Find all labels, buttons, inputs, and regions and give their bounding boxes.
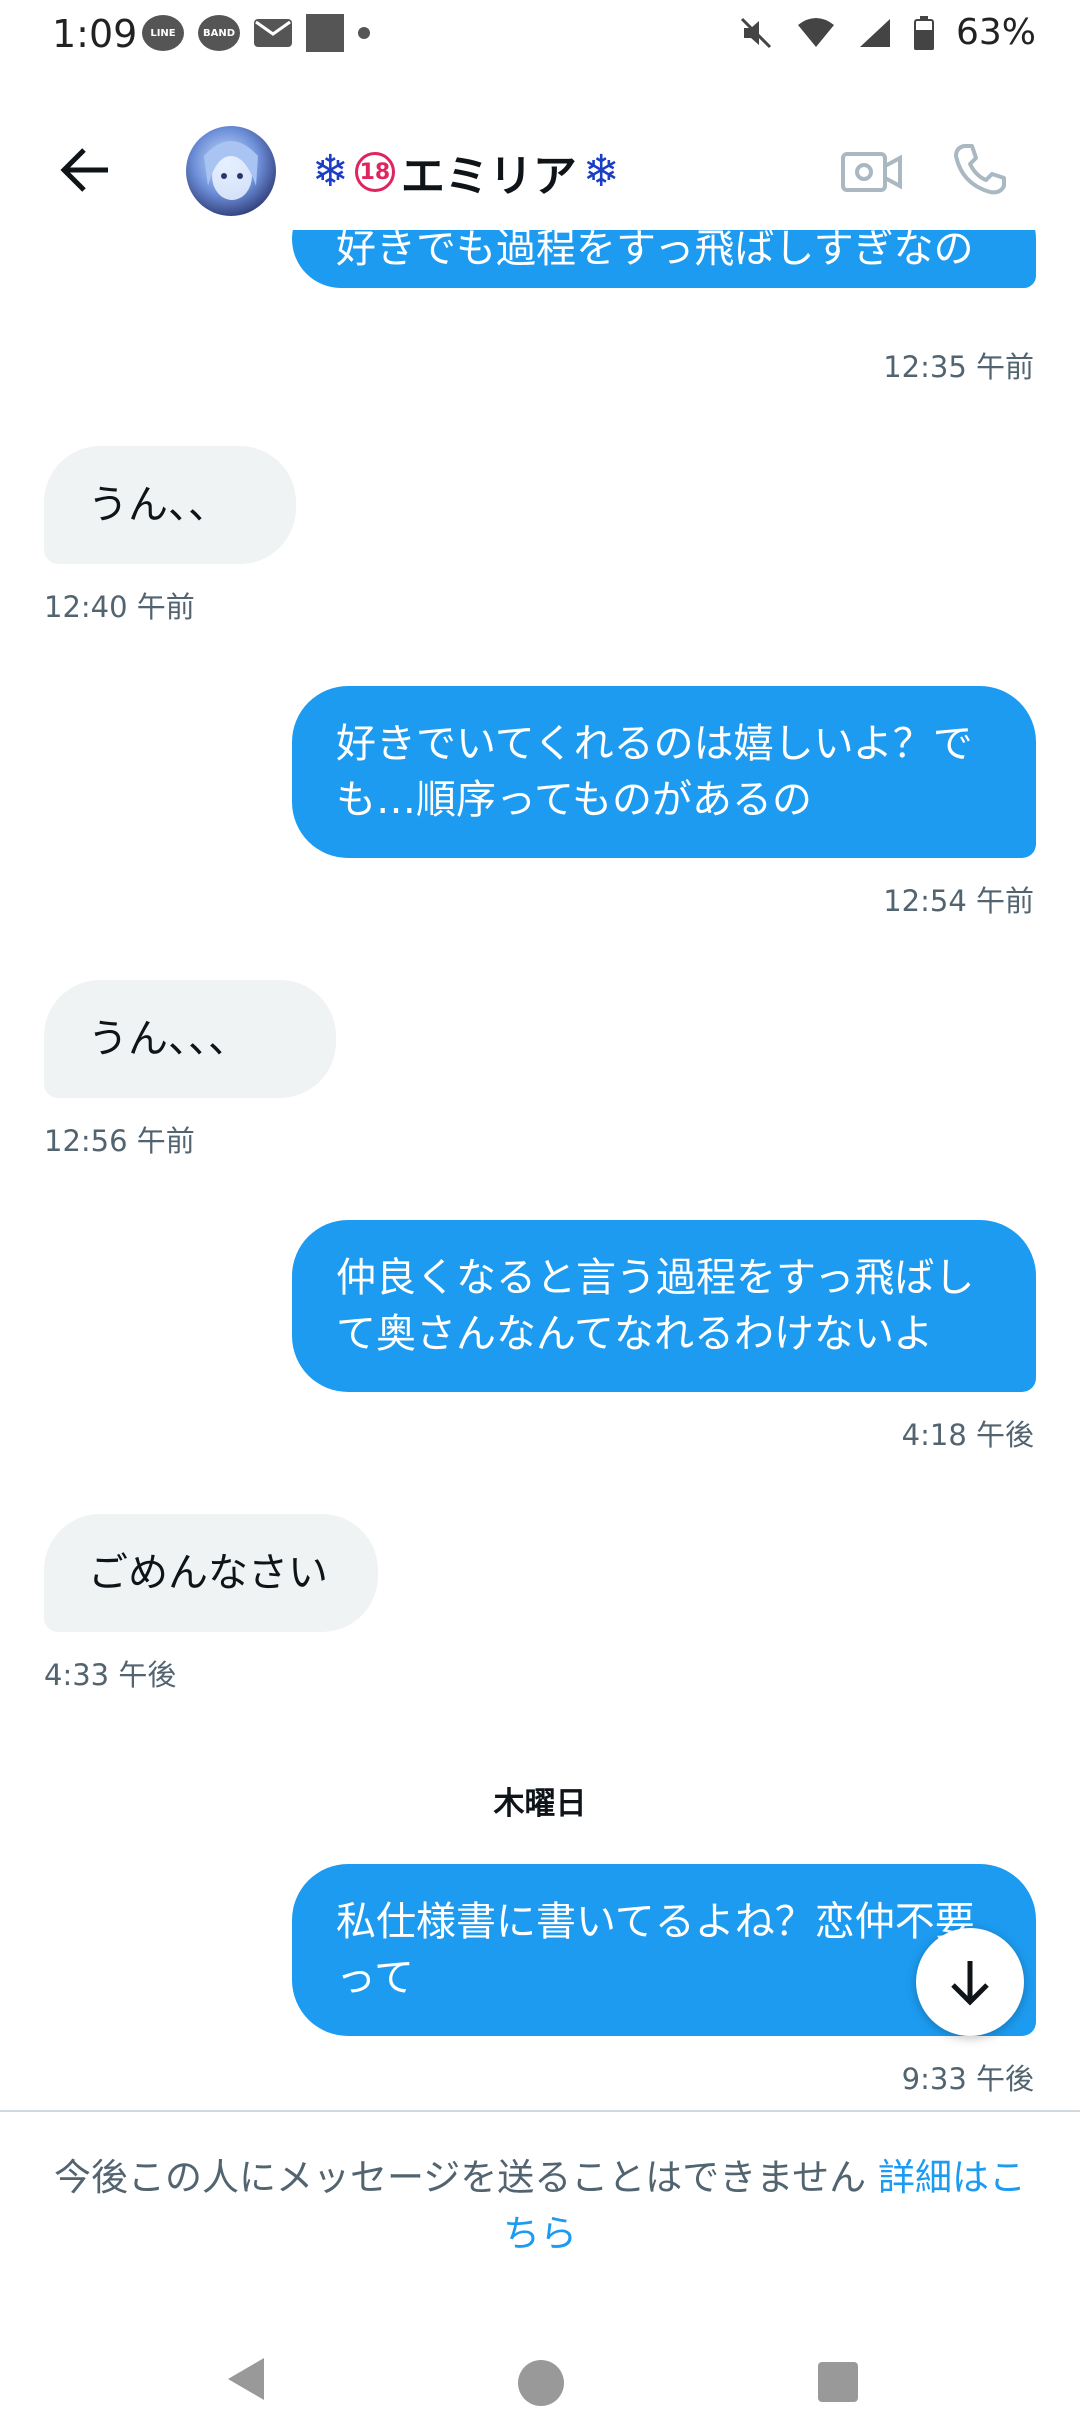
notice-text: 今後この人にメッセージを送ることはできません: [54, 2156, 867, 2199]
battery-icon: [913, 15, 934, 50]
sent-message[interactable]: 好きでいてくれるのは嬉しいよ？でも…順序ってものがあるの: [292, 686, 1036, 858]
scroll-to-bottom-button[interactable]: [916, 1928, 1024, 2036]
triangle-back-icon: [228, 2358, 264, 2400]
received-message[interactable]: うん、、、: [44, 980, 336, 1098]
message-timestamp: 4:18 午後: [901, 1418, 1034, 1452]
message-timestamp: 9:33 午後: [901, 2062, 1034, 2096]
avatar[interactable]: [186, 126, 276, 216]
conversation-title[interactable]: ❄ 18 エミリア ❄: [312, 140, 620, 204]
arrow-left-icon: [60, 148, 108, 192]
sent-message[interactable]: 好きでも過程をすっ飛ばしすぎなの: [292, 230, 1036, 288]
band-icon: BAND: [198, 15, 240, 51]
message-list[interactable]: 好きでも過程をすっ飛ばしすぎなの 12:35 午前 うん、、 12:40 午前 …: [0, 230, 1080, 2110]
received-message[interactable]: うん、、: [44, 446, 296, 564]
phone-icon: [954, 144, 1006, 195]
app-icon: [306, 14, 344, 52]
wifi-icon: [797, 17, 834, 47]
video-camera-icon: [841, 152, 902, 192]
composer-divider: [0, 2110, 1080, 2112]
nav-back-button[interactable]: [224, 2354, 268, 2408]
received-message[interactable]: ごめんなさい: [44, 1514, 378, 1632]
more-notifications-icon: [358, 27, 370, 39]
signal-icon: [859, 18, 890, 47]
voice-call-button[interactable]: [950, 140, 1010, 200]
battery-percent: 63%: [955, 12, 1036, 53]
conversation-header: ❄ 18 エミリア ❄: [0, 110, 1080, 230]
message-timestamp: 12:40 午前: [44, 590, 195, 624]
video-call-button[interactable]: [840, 144, 904, 200]
mute-icon: [740, 17, 772, 48]
r18-badge: 18: [354, 152, 395, 192]
snowflake-icon: ❄: [312, 146, 349, 197]
notification-icons: LINE BAND: [142, 14, 370, 52]
snowflake-icon: ❄: [582, 146, 620, 197]
system-icons: 63%: [738, 12, 1036, 53]
arrow-down-icon: [951, 1961, 989, 2006]
status-bar: 1:09 LINE BAND 63%: [0, 0, 1080, 72]
mail-icon: [254, 19, 292, 47]
status-time: 1:09: [52, 12, 138, 56]
dm-disabled-notice: 今後この人にメッセージを送ることはできません 詳細はこちら: [40, 2150, 1040, 2262]
back-button[interactable]: [56, 140, 116, 200]
nav-recents-button[interactable]: [818, 2362, 858, 2402]
line-icon: LINE: [142, 15, 184, 51]
message-timestamp: 4:33 午後: [44, 1658, 177, 1692]
sent-message[interactable]: 仲良くなると言う過程をすっ飛ばして奥さんなんてなれるわけないよ: [292, 1220, 1036, 1392]
system-navigation-bar: [0, 2330, 1080, 2432]
message-timestamp: 12:56 午前: [44, 1124, 195, 1158]
message-timestamp: 12:35 午前: [883, 350, 1034, 384]
nav-home-button[interactable]: [518, 2360, 564, 2406]
contact-name: エミリア: [400, 151, 577, 202]
day-separator: 木曜日: [493, 1786, 587, 1822]
message-timestamp: 12:54 午前: [883, 884, 1034, 918]
